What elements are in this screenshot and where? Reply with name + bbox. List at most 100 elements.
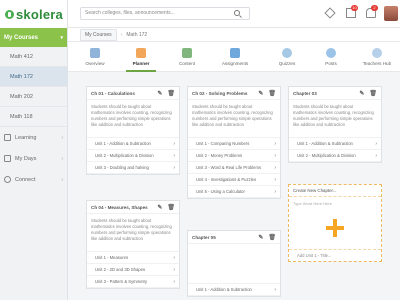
nav-my-courses-label: My Courses [4,34,39,41]
edit-icon[interactable]: ✎ [157,90,162,97]
chapter-card: Chapter 05 ✎ 🗑 Unit 1 - Addition & Subtra… [187,230,281,297]
unit-label: Unit 1 - Comparing Numbers [196,141,250,146]
unit-item[interactable]: Unit 1 - Addition & Subtraction › [188,284,280,296]
add-unit-button[interactable]: Add Unit 1 - Title... [289,249,381,261]
unit-item[interactable]: Unit 2 - Money Problems › [188,150,280,162]
chevron-right-icon: › [61,176,63,183]
sidebar-item-course[interactable]: Math 202 [0,87,67,107]
edit-icon[interactable]: ✎ [359,90,364,97]
chapter-title: Ch 02 - Solving Problems [192,90,248,96]
chevron-right-icon: › [274,140,276,147]
chevron-right-icon: › [173,140,175,147]
nav-my-courses[interactable]: My Courses ▾ [0,28,67,47]
chapter-header: Ch 04 - Measures, Shapes ✎ 🗑 [87,201,179,214]
unit-label: Unit 2 - Multiplication & Division [297,153,356,158]
plus-icon[interactable] [326,219,344,237]
chevron-right-icon: › [274,176,276,183]
learning-icon [4,134,11,141]
tab-label: Teachers Hub [362,61,392,66]
planner-board: Ch 01 - Calculations ✎ 🗑 Students should … [68,72,400,300]
unit-item[interactable]: Unit 3 - Pattern & Symmetry › [87,276,179,288]
teachers-hub-icon [372,48,382,58]
trash-icon[interactable]: 🗑 [369,90,377,97]
breadcrumb: My Courses › Math 172 [68,28,400,42]
course-tabs: Overview Planner Content Assignments Qui… [68,42,400,72]
chevron-right-icon: › [375,152,377,159]
sidebar: skolera My Courses ▾ Math 412 Math 172 M… [0,0,68,300]
overview-icon [90,48,100,58]
unit-item[interactable]: Unit 3 - Word & Real Life Problems › [188,162,280,174]
chapter-title: Chapter 05 [192,234,216,240]
rocket-icon[interactable] [324,7,336,19]
unit-label: Unit 1 - Addition & Subtraction [297,141,353,146]
breadcrumb-root[interactable]: My Courses [80,28,117,41]
unit-label: Unit 4 - Investigations & Puzzles [196,177,257,182]
tab-label: Quizzes [278,61,296,66]
add-unit-label: Add Unit 1 - Title... [297,253,332,258]
unit-label: Unit 1 - Measures [95,255,129,260]
search-input[interactable]: Search colleges, files, announcements... [80,7,250,20]
avatar[interactable] [384,6,398,21]
new-chapter-card[interactable]: Create New Chapter... Type Word Here Her… [288,184,382,262]
new-chapter-label[interactable]: Create New Chapter... [289,185,381,197]
tab-overview[interactable]: Overview [72,42,118,72]
sidebar-item-course[interactable]: Math 118 [0,107,67,127]
sidebar-item-course[interactable]: Math 412 [0,47,67,67]
connect-icon [4,176,11,183]
tab-posts[interactable]: Posts [308,42,354,72]
logo[interactable]: skolera [0,0,67,28]
unit-label: Unit 2 - Multiplication & Division [95,153,154,158]
tab-label: Assignments [221,61,249,66]
unit-label: Unit 1 - Addition & Subtraction [95,141,151,146]
tab-planner[interactable]: Planner [118,42,164,72]
unit-item[interactable]: Unit 2 - 2D and 3D Shapes › [87,264,179,276]
chapter-card: Ch 02 - Solving Problems ✎ 🗑 Students sho… [187,86,281,199]
chevron-right-icon: › [274,152,276,159]
trash-icon[interactable]: 🗑 [167,90,175,97]
sidebar-item-course-active[interactable]: Math 172 [0,67,67,87]
edit-icon[interactable]: ✎ [157,204,162,211]
trash-icon[interactable]: 🗑 [268,90,276,97]
tab-teachers-hub[interactable]: Teachers Hub [354,42,400,72]
chevron-right-icon: › [274,286,276,293]
chevron-down-icon: ▾ [60,34,63,41]
sidebar-item-learning[interactable]: Learning › [0,127,67,148]
trash-icon[interactable]: 🗑 [268,234,276,241]
trash-icon[interactable]: 🗑 [167,204,175,211]
chevron-right-icon: › [274,164,276,171]
sidebar-item-my-days[interactable]: My Days › [0,148,67,169]
edit-icon[interactable]: ✎ [258,234,263,241]
unit-item[interactable]: Unit 1 - Addition & Subtraction › [87,138,179,150]
tab-quizzes[interactable]: Quizzes [264,42,310,72]
logo-text: skolera [16,6,63,22]
search-icon[interactable] [234,10,240,16]
edit-icon[interactable]: ✎ [258,90,263,97]
unit-item[interactable]: Unit 4 - Investigations & Puzzles › [188,174,280,186]
unit-label: Unit 5 - Using a Calculator [196,189,245,194]
sidebar-item-connect[interactable]: Connect › [0,169,67,190]
tab-label: Content [178,61,196,66]
unit-item[interactable]: Unit 1 - Comparing Numbers › [188,138,280,150]
tab-content[interactable]: Content [164,42,210,72]
unit-label: Unit 2 - Money Problems [196,153,243,158]
mail-badge: 10 [351,5,358,11]
breadcrumb-separator: › [120,31,123,38]
tab-label: Planner [132,61,150,66]
unit-item[interactable]: Unit 5 - Using a Calculator › [188,186,280,198]
chapter-card: Ch 04 - Measures, Shapes ✎ 🗑 Students sho… [86,200,180,289]
tab-assignments[interactable]: Assignments [212,42,258,72]
assignments-icon [230,48,240,58]
posts-icon [326,48,336,58]
unit-item[interactable]: Unit 1 - Measures › [87,252,179,264]
chevron-right-icon: › [173,254,175,261]
chapter-header: Chapter 03 ✎ 🗑 [289,87,381,100]
unit-item[interactable]: Unit 2 - Multiplication & Division › [289,150,381,162]
new-chapter-input[interactable]: Type Word Here Here [293,201,377,211]
chapter-title: Chapter 03 [293,90,317,96]
logo-mark-icon [5,9,14,19]
unit-item[interactable]: Unit 3 - Doubling and halving › [87,162,179,174]
chevron-right-icon: › [61,134,63,141]
unit-item[interactable]: Unit 1 - Addition & Subtraction › [289,138,381,150]
chapter-description: Students should be taught about mathemat… [289,100,381,138]
unit-item[interactable]: Unit 2 - Multiplication & Division › [87,150,179,162]
